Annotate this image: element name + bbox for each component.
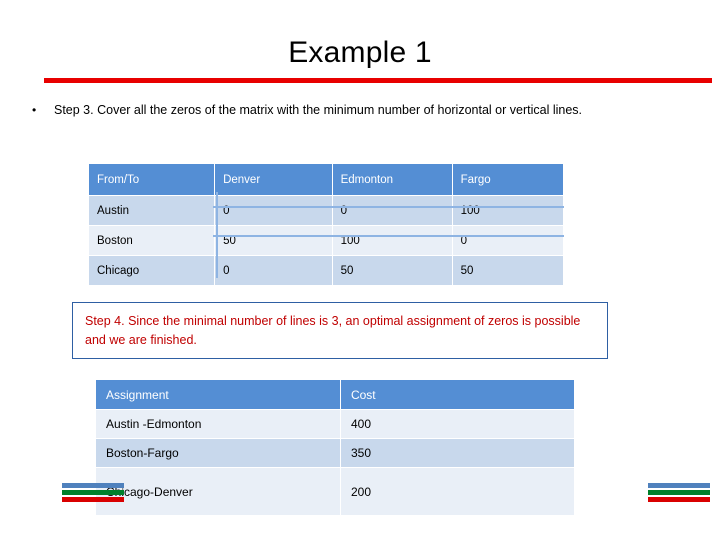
matrix-cell: 100 [331,225,453,256]
table-row: Austin -Edmonton 400 [95,409,576,439]
page-title: Example 1 [288,36,432,69]
decoration-bar-blue [648,483,710,488]
matrix-cell: 50 [451,255,565,286]
assignment-cell: Austin -Edmonton [95,409,341,439]
assignment-table: Assignment Cost Austin -Edmonton 400 Bos… [95,379,576,516]
assignment-cell: Chicago-Denver [95,467,341,516]
cover-line-horizontal-boston [213,235,564,237]
table-row: Boston-Fargo 350 [95,438,576,468]
assignment-header-cell: Cost [339,379,576,410]
step3-text: Step 3. Cover all the zeros of the matri… [54,103,582,117]
matrix-header-row: From/To Denver Edmonton Fargo [87,163,565,196]
assignment-cost-cell: 200 [339,467,576,516]
table-row: Chicago 0 50 50 [87,255,565,286]
decoration-bars-right [648,483,710,504]
assignment-cost-cell: 400 [339,409,576,439]
step4-text: Step 4. Since the minimal number of line… [85,314,581,347]
step3-bullet: • Step 3. Cover all the zeros of the mat… [22,101,682,120]
assignment-header-cell: Assignment [95,379,341,410]
decoration-bar-blue [62,483,124,488]
matrix-cell: 0 [214,255,333,286]
table-row: Boston 50 100 0 [87,225,565,256]
step4-callout: Step 4. Since the minimal number of line… [72,302,608,359]
bullet-marker-icon: • [32,103,37,117]
matrix-cell: 0 [331,195,453,226]
matrix-header-cell: Fargo [451,163,565,196]
decoration-bars-left [62,483,124,504]
matrix-cell: 50 [214,225,333,256]
cover-line-horizontal-austin [213,206,564,208]
matrix-cell: 50 [331,255,453,286]
assignment-cell: Boston-Fargo [95,438,341,468]
decoration-bar-green [62,490,124,495]
matrix-cell: 100 [451,195,565,226]
matrix-cell: 0 [451,225,565,256]
matrix-cell: Boston [87,225,216,256]
matrix-cell: Austin [87,195,216,226]
table-row: Austin 0 0 100 [87,195,565,226]
matrix-cell: Chicago [87,255,216,286]
cover-line-vertical-denver [216,192,218,278]
matrix-header-cell: From/To [87,163,216,196]
assignment-header-row: Assignment Cost [95,379,576,410]
matrix-header-cell: Denver [214,163,333,196]
matrix-header-cell: Edmonton [331,163,453,196]
assignment-cost-cell: 350 [339,438,576,468]
decoration-bar-red [648,497,710,502]
title-underline-rule [44,78,712,83]
matrix-table: From/To Denver Edmonton Fargo Austin 0 0… [87,163,565,286]
decoration-bar-red [62,497,124,502]
matrix-cell: 0 [214,195,333,226]
table-row: Chicago-Denver 200 [95,467,576,516]
decoration-bar-green [648,490,710,495]
